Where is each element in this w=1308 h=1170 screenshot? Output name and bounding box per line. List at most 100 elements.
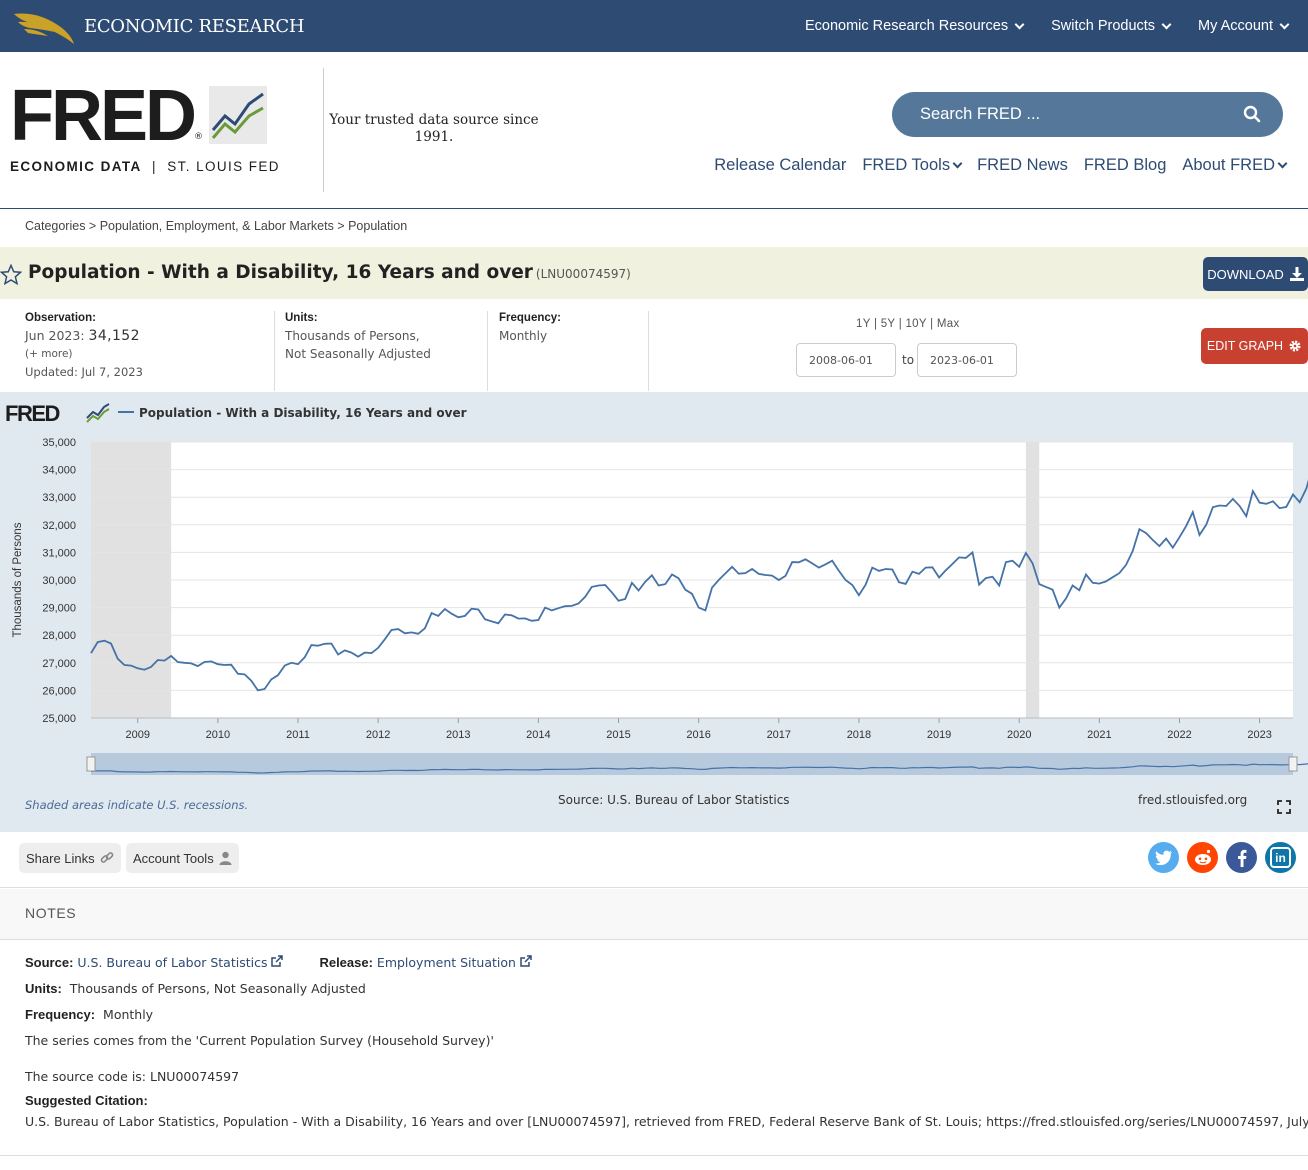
note-frequency: Frequency: Monthly xyxy=(25,1007,154,1022)
x-tick-label: 2020 xyxy=(1007,729,1031,741)
top-nav: Economic Research Resources Switch Produ… xyxy=(805,0,1290,52)
y-tick-label: 26,000 xyxy=(42,685,76,697)
more-observations-link[interactable]: (+ more) xyxy=(25,345,270,363)
star-icon[interactable] xyxy=(0,264,22,285)
x-tick-label: 2010 xyxy=(206,729,230,741)
nav-fred-tools[interactable]: FRED Tools xyxy=(862,156,963,175)
end-date-input[interactable]: 2023-06-01 xyxy=(917,343,1017,377)
x-tick-label: 2016 xyxy=(686,729,710,741)
top-bar: ECONOMIC RESEARCH Economic Research Reso… xyxy=(0,0,1308,52)
facebook-icon[interactable] xyxy=(1226,842,1257,873)
series-title: Population - With a Disability, 16 Years… xyxy=(28,262,631,283)
twitter-icon[interactable] xyxy=(1148,842,1179,873)
gear-icon xyxy=(1289,340,1301,352)
tagline: Your trusted data source since 1991. xyxy=(329,112,539,145)
meta-divider xyxy=(274,311,275,391)
fullscreen-icon[interactable] xyxy=(1277,800,1291,814)
eagle-icon xyxy=(14,13,74,44)
legend-label: Population - With a Disability, 16 Years… xyxy=(139,406,467,420)
registered-mark: ® xyxy=(194,132,203,142)
search-icon[interactable] xyxy=(1243,105,1261,123)
x-tick-label: 2023 xyxy=(1247,729,1271,741)
reddit-icon[interactable] xyxy=(1187,842,1218,873)
share-links-button[interactable]: Share Links xyxy=(19,843,121,873)
y-tick-label: 34,000 xyxy=(42,465,76,477)
linkedin-icon[interactable]: in xyxy=(1265,842,1296,873)
legend-fred-logo: FRED xyxy=(5,401,60,426)
graph-site[interactable]: fred.stlouisfed.org xyxy=(1138,793,1247,807)
meta-divider xyxy=(487,311,488,391)
y-tick-label: 35,000 xyxy=(42,437,76,449)
y-tick-label: 29,000 xyxy=(42,603,76,615)
search-placeholder: Search FRED ... xyxy=(920,105,1041,123)
y-tick-label: 32,000 xyxy=(42,520,76,532)
x-tick-label: 2011 xyxy=(286,729,310,741)
site-header: FRED ® ECONOMIC DATA | ST. LOUIS FED You… xyxy=(0,52,1308,209)
chevron-down-icon xyxy=(952,158,963,169)
fred-logo-subtitle: ECONOMIC DATA | ST. LOUIS FED xyxy=(10,159,280,174)
search-input[interactable]: Search FRED ... xyxy=(892,92,1283,137)
chart-logo-icon xyxy=(209,86,267,144)
graph-panel: 25,000 26,000 27,000 28,000 29,000 30,000 31,0… xyxy=(0,392,1308,832)
frequency-block: Frequency: Monthly xyxy=(499,312,561,343)
fred-logo-word: FRED xyxy=(10,76,197,156)
economic-research-logo[interactable]: ECONOMIC RESEARCH xyxy=(12,6,305,46)
notes-header: NOTES xyxy=(0,889,1308,940)
edit-graph-button[interactable]: EDIT GRAPH xyxy=(1201,328,1308,364)
units-block: Units: Thousands of Persons, Not Seasona… xyxy=(285,312,431,361)
nav-fred-news[interactable]: FRED News xyxy=(977,156,1068,175)
navigator-handle xyxy=(86,756,96,772)
note-description: The series comes from the 'Current Popul… xyxy=(25,1033,494,1048)
my-account-menu[interactable]: My Account xyxy=(1198,18,1290,34)
chevron-down-icon xyxy=(1279,19,1290,29)
range-selector[interactable]: 1Y | 5Y | 10Y | Max xyxy=(856,318,960,330)
x-tick-label: 2018 xyxy=(847,729,871,741)
navigator-handle xyxy=(1288,756,1298,772)
nav-release-calendar[interactable]: Release Calendar xyxy=(714,156,846,175)
chevron-down-icon xyxy=(1277,158,1288,169)
updated-date: Updated: Jul 7, 2023 xyxy=(25,365,143,379)
start-date-input[interactable]: 2008-06-01 xyxy=(796,343,896,377)
economic-research-resources-menu[interactable]: Economic Research Resources xyxy=(805,18,1025,34)
y-tick-label: 27,000 xyxy=(42,658,76,670)
x-tick-label: 2015 xyxy=(606,729,630,741)
source-link[interactable]: U.S. Bureau of Labor Statistics xyxy=(77,955,267,970)
graph-source: Source: U.S. Bureau of Labor Statistics xyxy=(558,793,790,807)
x-tick-label: 2021 xyxy=(1087,729,1111,741)
meta-divider xyxy=(648,311,649,391)
link-icon xyxy=(100,852,114,863)
nav-about-fred[interactable]: About FRED xyxy=(1182,156,1288,175)
external-link-icon[interactable] xyxy=(520,955,532,967)
y-tick-label: 30,000 xyxy=(42,575,76,587)
note-units: Units: Thousands of Persons, Not Seasona… xyxy=(25,981,366,996)
account-tools-button[interactable]: Account Tools xyxy=(126,843,239,873)
release-link[interactable]: Employment Situation xyxy=(377,955,516,970)
x-tick-label: 2017 xyxy=(767,729,791,741)
breadcrumb[interactable]: Categories > Population, Employment, & L… xyxy=(25,219,407,233)
y-axis-label: Thousands of Persons xyxy=(12,522,24,637)
legend-chart-icon xyxy=(86,403,110,423)
switch-products-menu[interactable]: Switch Products xyxy=(1051,18,1172,34)
note-citation: U.S. Bureau of Labor Statistics, Populat… xyxy=(25,1114,1308,1129)
y-tick-label: 31,000 xyxy=(42,547,76,559)
main-nav: Release Calendar FRED Tools FRED News FR… xyxy=(714,156,1288,175)
economic-research-text: ECONOMIC RESEARCH xyxy=(84,15,305,37)
to-label: to xyxy=(902,353,915,367)
header-divider xyxy=(323,68,324,192)
external-link-icon[interactable] xyxy=(271,955,284,967)
series-id: (LNU00074597) xyxy=(535,267,631,281)
x-tick-label: 2019 xyxy=(927,729,951,741)
nav-fred-blog[interactable]: FRED Blog xyxy=(1084,156,1167,175)
download-icon xyxy=(1289,267,1304,281)
download-button[interactable]: DOWNLOAD xyxy=(1203,257,1308,291)
series-chart[interactable]: 25,000 26,000 27,000 28,000 29,000 30,000 31,0… xyxy=(0,392,1308,832)
observation-value: 34,152 xyxy=(88,328,140,344)
user-icon xyxy=(219,851,232,865)
fred-logo[interactable]: FRED ® xyxy=(10,76,267,156)
x-tick-label: 2014 xyxy=(526,729,550,741)
x-tick-label: 2012 xyxy=(366,729,390,741)
note-citation-label: Suggested Citation: xyxy=(25,1093,148,1108)
y-tick-label: 25,000 xyxy=(42,713,76,725)
navigator-track xyxy=(91,753,1293,775)
x-tick-label: 2013 xyxy=(446,729,470,741)
